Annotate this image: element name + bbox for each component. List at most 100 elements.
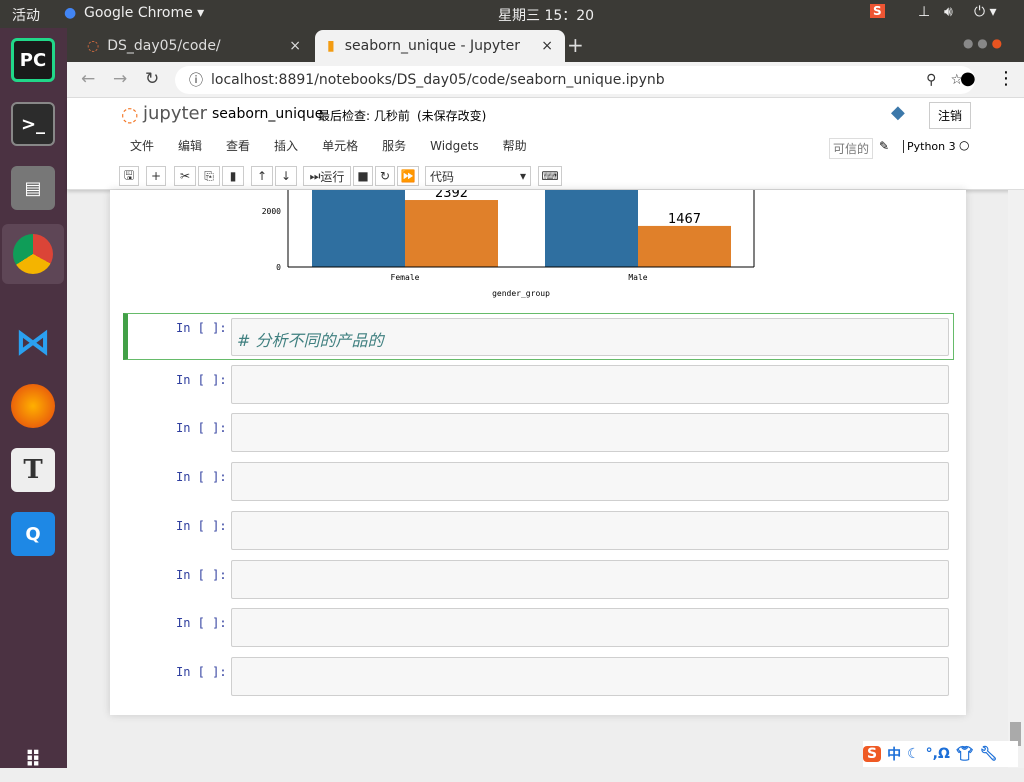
cell-prompt: In [ ]: [176, 421, 227, 435]
cell-type-select[interactable]: 代码 ▾ [425, 166, 531, 186]
menu-view[interactable]: 查看 [226, 139, 250, 153]
menu-cell[interactable]: 单元格 [322, 139, 358, 153]
python-logo-icon: ◆ [891, 102, 905, 123]
code-cell-input[interactable] [231, 608, 949, 647]
jupyter-logo[interactable]: jupyter [143, 103, 207, 124]
sogou-icon[interactable]: S [863, 746, 882, 762]
code-cell-input[interactable] [231, 511, 949, 550]
cell-prompt: In [ ]: [176, 616, 227, 630]
bar-female-0 [312, 190, 405, 267]
code-cell-input[interactable] [231, 462, 949, 501]
save-button[interactable]: 🖫 [119, 166, 139, 186]
code-cell-input[interactable]: # 分析不同的产品的 [231, 318, 949, 356]
vscode-icon[interactable]: ⋈ [11, 320, 55, 364]
chrome-menu-icon[interactable]: ⋮ [997, 68, 1015, 89]
data-label: 2392 [435, 190, 468, 201]
logout-button[interactable]: 注销 [929, 102, 972, 129]
x-tick-label: Female [391, 273, 420, 282]
info-icon: ⓘ [189, 73, 203, 89]
volume-icon[interactable]: 🔊︎ [944, 4, 953, 20]
cell-prompt: In [ ]: [176, 665, 227, 679]
typora-icon[interactable]: T [11, 448, 55, 492]
restart-button[interactable]: ↻ [375, 166, 395, 186]
ime-toolbar[interactable]: S 中 ☾ °,Ω 👕︎ 🔧︎ [863, 741, 1018, 767]
close-tab-icon[interactable]: × [541, 38, 553, 54]
show-apps-icon[interactable]: ⠿ [11, 738, 55, 782]
move-up-button[interactable]: ↑ [251, 166, 273, 186]
notebook-container: 2392 1467 0 2000 Female Male gender_group In [… [110, 190, 966, 715]
activities-button[interactable]: 活动 [12, 5, 40, 25]
tab-ds-day05[interactable]: ◌ DS_day05/code/ × [75, 30, 313, 62]
code-cell-input[interactable] [231, 365, 949, 404]
menu-help[interactable]: 帮助 [503, 139, 527, 153]
x-tick-label: Male [628, 273, 647, 282]
firefox-icon[interactable] [11, 384, 55, 428]
code-cell-input[interactable] [231, 560, 949, 599]
kernel-name: Python 3 [903, 140, 956, 153]
cell-type-value: 代码 [430, 169, 455, 184]
files-icon[interactable]: ▤ [11, 166, 55, 210]
kernel-idle-icon: ○ [959, 138, 970, 152]
restart-run-all-button[interactable]: ⏩ [397, 166, 419, 186]
move-down-button[interactable]: ↓ [275, 166, 297, 186]
reload-icon[interactable]: ↻ [145, 69, 159, 89]
page-scrollbar[interactable] [1008, 190, 1024, 768]
cell-prompt: In [ ]: [176, 470, 227, 484]
cell-prompt: In [ ]: [176, 519, 227, 533]
zoom-icon[interactable]: ⚲ [926, 72, 936, 88]
app-menu[interactable]: Google Chrome ▾ [84, 5, 204, 21]
network-icon[interactable]: ⊥ [918, 4, 930, 20]
wrench-icon[interactable]: 🔧︎ [980, 746, 998, 762]
run-icon: ⏭ [309, 168, 321, 183]
y-tick-label: 2000 [262, 207, 281, 216]
chat-app-icon[interactable]: Q [11, 512, 55, 556]
menu-kernel[interactable]: 服务 [382, 139, 406, 153]
shirt-icon[interactable]: 👕︎ [956, 746, 974, 762]
back-icon[interactable]: ← [81, 69, 95, 89]
sogou-tray-icon[interactable]: S [870, 4, 885, 18]
edit-pencil-icon[interactable]: ✎ [879, 139, 889, 153]
tab-label: seaborn_unique - Jupyter [344, 38, 520, 54]
menu-widgets[interactable]: Widgets [430, 139, 479, 153]
trusted-indicator[interactable]: 可信的 [829, 138, 874, 159]
cell-prompt: In [ ]: [176, 321, 227, 335]
menu-file[interactable]: 文件 [130, 139, 154, 153]
tab-seaborn-unique[interactable]: ▮ seaborn_unique - Jupyter × [315, 30, 565, 62]
tab-label: DS_day05/code/ [107, 38, 221, 54]
ime-language[interactable]: 中 [887, 744, 901, 764]
window-controls[interactable]: ● ● ● [963, 36, 1002, 50]
pycharm-icon[interactable]: PC [11, 38, 55, 82]
ime-symbols[interactable]: °,Ω [926, 746, 950, 762]
insert-cell-button[interactable]: + [146, 166, 166, 186]
data-label: 1467 [668, 212, 701, 227]
paste-button[interactable]: ▮ [222, 166, 244, 186]
url-bar[interactable]: ⓘ localhost:8891/notebooks/DS_day05/code… [175, 66, 975, 94]
code-cell-input[interactable] [231, 657, 949, 696]
notebook-tab-icon: ▮ [327, 38, 335, 54]
dropdown-arrow-icon: ▾ [519, 169, 526, 183]
address-bar-area: ← → ↻ ⓘ localhost:8891/notebooks/DS_day0… [67, 62, 1024, 98]
clock[interactable]: 星期三 15：20 [498, 5, 594, 25]
copy-button[interactable]: ⎘ [198, 166, 220, 186]
menu-edit[interactable]: 编辑 [178, 139, 202, 153]
cell-prompt: In [ ]: [176, 568, 227, 582]
code-cell-input[interactable] [231, 413, 949, 452]
notebook-name[interactable]: seaborn_unique [212, 106, 323, 122]
jupyter-header: ◌ jupyter seaborn_unique 最后检查: 几秒前 (未保存改… [67, 98, 1024, 190]
power-icon[interactable]: ⏻ ▾ [974, 4, 997, 20]
interrupt-button[interactable]: ■ [353, 166, 373, 186]
bar-female-1 [405, 200, 498, 267]
profile-icon[interactable]: ● [960, 68, 976, 89]
forward-icon[interactable]: → [113, 69, 127, 89]
chrome-icon: ● [64, 5, 77, 21]
command-palette-button[interactable]: ⌨ [538, 166, 562, 186]
close-tab-icon[interactable]: × [289, 38, 301, 54]
new-tab-button[interactable]: + [567, 33, 584, 57]
cut-button[interactable]: ✂ [174, 166, 196, 186]
menu-insert[interactable]: 插入 [274, 139, 298, 153]
chrome-dock-icon[interactable] [2, 224, 64, 284]
moon-icon[interactable]: ☾ [907, 746, 920, 762]
system-top-bar: 活动 ● Google Chrome ▾ 星期三 15：20 S ⊥ 🔊︎ ⏻ … [0, 0, 1024, 28]
run-button[interactable]: ⏭ 运行 [303, 166, 351, 186]
terminal-icon[interactable]: >_ [11, 102, 55, 146]
